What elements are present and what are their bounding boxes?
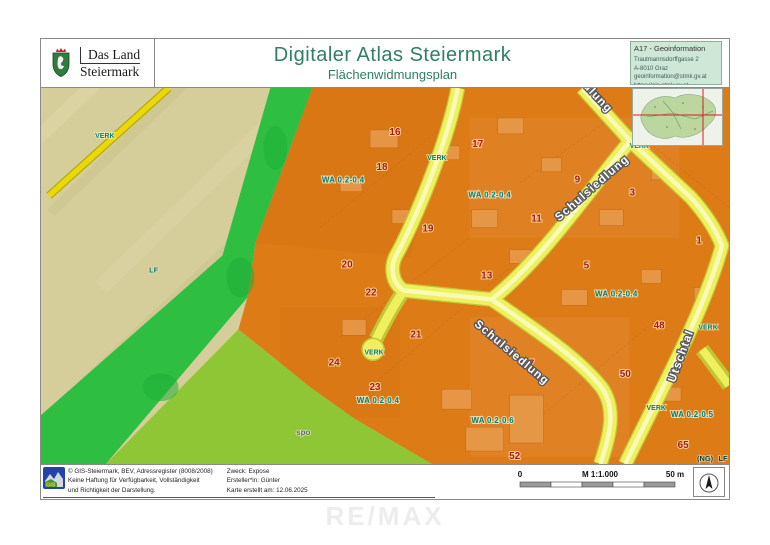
logo-line2: Steiermark xyxy=(80,63,140,80)
watermark: RE/MAX xyxy=(0,501,770,532)
map-label-num: 13 xyxy=(481,270,493,281)
map-label-num: 24 xyxy=(329,357,341,368)
panther-shield-icon xyxy=(48,47,74,79)
map-label-dark: (NG) xyxy=(697,454,714,463)
north-arrow-icon xyxy=(698,469,720,495)
map-label-num: 50 xyxy=(620,369,632,380)
map-label-num: 3 xyxy=(630,188,636,199)
map-label-wa: WA 0.2-0.4 xyxy=(357,396,400,405)
copyright-line1: © GIS-Steiermark, BEV, Adressregister (8… xyxy=(68,467,213,476)
map-label-wa: WA 0.2-0.4 xyxy=(468,191,511,200)
info-department: A17 - Geoinformation xyxy=(634,44,718,55)
inset-overview-map xyxy=(632,88,723,146)
map-label-wa: WA 0.2-0.6 xyxy=(471,416,514,425)
geo-info-box: A17 - Geoinformation Trautmannsdorffgass… xyxy=(630,41,722,85)
info-url: https://gis.stmk.gv.at xyxy=(634,82,718,85)
page-frame: Das Land Steiermark Digitaler Atlas Stei… xyxy=(40,38,730,500)
page-title: Digitaler Atlas Steiermark xyxy=(155,44,630,67)
zoning-map: 16171893191112013522482124235075265WA 0.… xyxy=(41,88,729,464)
scale-bar: 0 M 1:1.000 50 m xyxy=(512,467,687,497)
scale-max: 50 m xyxy=(666,470,684,479)
map-label-num: 65 xyxy=(678,440,690,451)
purpose-block: Zweck: Expose Ersteller*in: Günter Karte… xyxy=(227,467,308,495)
copyright-block: GIS © GIS-Steiermark, BEV, Adressregiste… xyxy=(43,467,213,495)
map-label-num: 16 xyxy=(389,127,401,138)
info-city: A-8010 Graz xyxy=(634,65,718,74)
creator-line: Ersteller*in: Günter xyxy=(227,476,308,485)
gis-logo-icon: GIS xyxy=(43,467,65,489)
map-label-wa: WA 0.2-0.4 xyxy=(322,176,365,185)
map-area: 16171893191112013522482124235075265WA 0.… xyxy=(41,88,729,464)
map-label-num: 52 xyxy=(509,451,521,462)
map-label-num: 1 xyxy=(696,236,702,247)
footer-table: GIS © GIS-Steiermark, BEV, Adressregiste… xyxy=(43,467,435,498)
map-label-num: 9 xyxy=(575,175,581,186)
map-label-num: 23 xyxy=(369,382,381,393)
styria-overview-svg xyxy=(633,89,722,145)
copyright-line2: Keine Haftung für Verfügbarkeit, Vollstä… xyxy=(68,476,213,485)
scale-bar-svg: 0 M 1:1.000 50 m xyxy=(512,467,687,495)
map-label-verk: VERK xyxy=(698,324,717,331)
scale-segments xyxy=(520,482,675,487)
north-arrow-box xyxy=(693,467,725,497)
header: Das Land Steiermark Digitaler Atlas Stei… xyxy=(41,39,729,88)
map-label-num: 5 xyxy=(584,261,590,272)
scale-zero: 0 xyxy=(518,470,523,479)
map-label-teal: LF xyxy=(149,266,159,275)
land-steiermark-logo: Das Land Steiermark xyxy=(41,39,155,87)
map-label-wa: WA 0.2-0.4 xyxy=(595,289,638,298)
created-line: Karte erstellt am: 12.06.2025 xyxy=(227,486,308,495)
map-label-num: 21 xyxy=(410,329,422,340)
title-box: Digitaler Atlas Steiermark Flächenwidmun… xyxy=(155,39,630,87)
map-label-spo: spo xyxy=(296,428,310,437)
info-slot: A17 - Geoinformation Trautmannsdorffgass… xyxy=(630,39,729,87)
logo-line1: Das Land xyxy=(80,47,140,63)
scale-ratio: M 1:1.000 xyxy=(582,470,619,479)
copyright-lines: © GIS-Steiermark, BEV, Adressregister (8… xyxy=(68,467,213,495)
page-subtitle: Flächenwidmungsplan xyxy=(155,67,630,82)
map-label-num: 20 xyxy=(342,260,354,271)
footer: GIS © GIS-Steiermark, BEV, Adressregiste… xyxy=(41,464,729,499)
map-label-num: 19 xyxy=(422,224,434,235)
map-label-num: 11 xyxy=(531,214,542,225)
purpose-line: Zweck: Expose xyxy=(227,467,308,476)
map-label-dark: LF xyxy=(718,454,728,463)
info-email: geoinformation@stmk.gv.at xyxy=(634,73,718,82)
map-label-verk: VERK xyxy=(647,405,666,412)
gis-logo-text: GIS xyxy=(46,483,56,489)
copyright-line3: und Richtigkeit der Darstellung. xyxy=(68,486,213,495)
map-label-wa: WA 0.2-0.5 xyxy=(671,410,714,419)
map-label-num: 48 xyxy=(654,320,666,331)
map-label-verk: VERK xyxy=(427,155,446,162)
info-street: Trautmannsdorffgasse 2 xyxy=(634,56,718,65)
page: Das Land Steiermark Digitaler Atlas Stei… xyxy=(0,0,770,545)
map-label-num: 17 xyxy=(472,139,484,150)
map-label-verk: VERK xyxy=(95,133,114,140)
map-label-verk: VERK xyxy=(364,349,383,356)
map-label-num: 22 xyxy=(365,287,377,298)
map-label-num: 18 xyxy=(376,162,388,173)
logo-text: Das Land Steiermark xyxy=(80,47,140,79)
